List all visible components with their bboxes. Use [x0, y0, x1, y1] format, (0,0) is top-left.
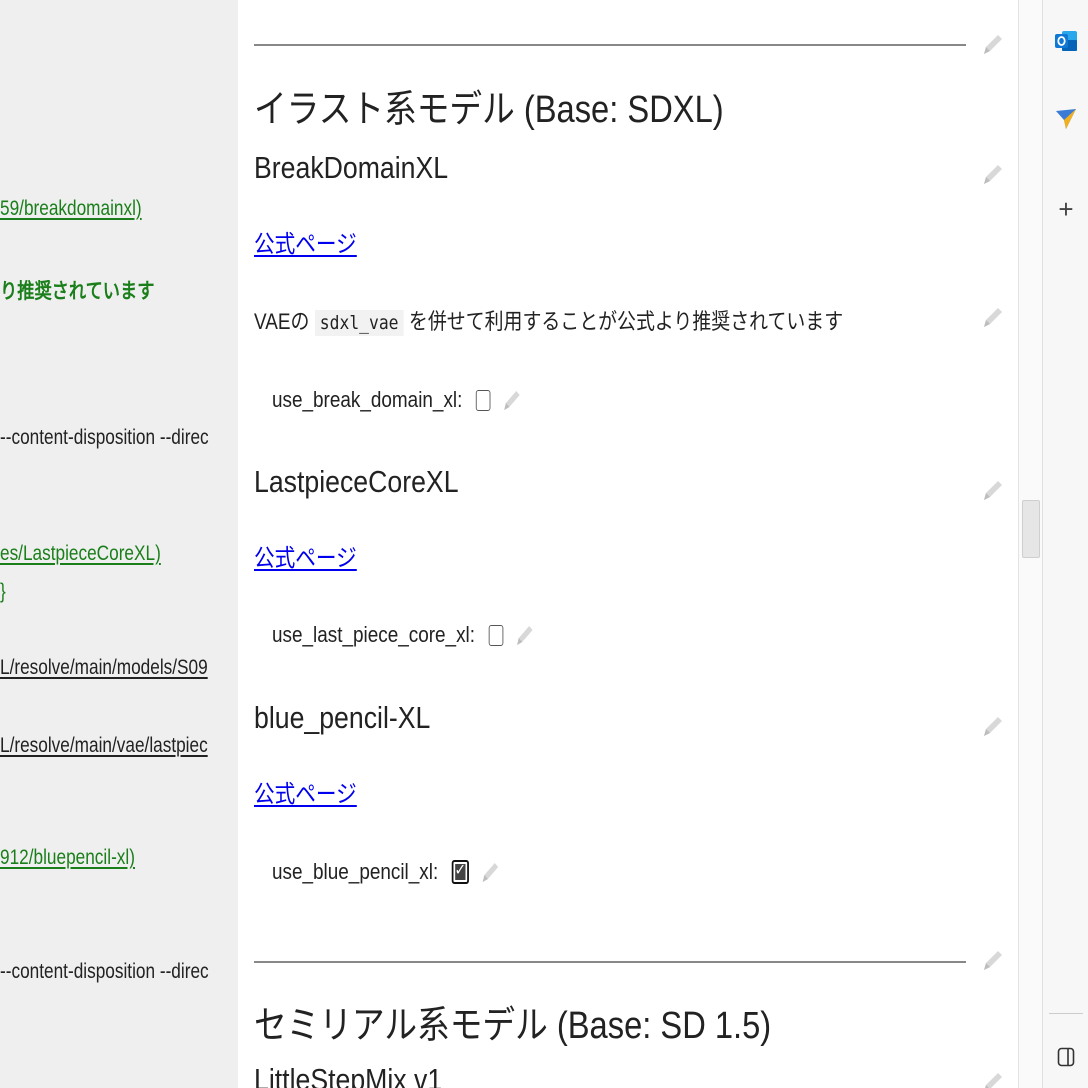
section-heading-semireal: セミリアル系モデル (Base: SD 1.5)	[254, 1005, 772, 1047]
edit-pencil-icon[interactable]	[512, 621, 536, 649]
edit-pencil-icon[interactable]	[978, 1068, 1006, 1088]
official-page-link[interactable]: 公式ページ	[254, 224, 357, 259]
sidebar-toggle-icon[interactable]	[1051, 1042, 1081, 1072]
code-line-model-url[interactable]: L/resolve/main/models/S09	[0, 656, 230, 680]
model-heading-littlestepmix: LittleStepMix v1	[254, 1062, 443, 1088]
outlook-icon[interactable]	[1051, 26, 1081, 56]
send-icon[interactable]	[1051, 104, 1081, 134]
edit-pencil-icon[interactable]	[978, 303, 1006, 331]
code-line-breakdomain-url[interactable]: 59/breakdomainxl)	[0, 197, 230, 221]
param-label: use_last_piece_core_xl:	[272, 622, 476, 647]
param-label: use_break_domain_xl:	[272, 387, 463, 412]
param-row-blue-pencil: use_blue_pencil_xl:	[272, 858, 502, 886]
official-page-link[interactable]: 公式ページ	[254, 538, 357, 573]
use-blue-pencil-xl-checkbox[interactable]	[451, 860, 470, 884]
official-page-link[interactable]: 公式ページ	[254, 774, 357, 809]
note-suffix: を併せて利用することが公式より推奨されています	[408, 309, 844, 334]
edit-pencil-icon[interactable]	[978, 160, 1006, 188]
edit-pencil-icon[interactable]	[499, 386, 523, 414]
divider	[254, 44, 966, 46]
plus-icon[interactable]: +	[1051, 194, 1081, 224]
vae-note-paragraph: VAEの sdxl_vae を併せて利用することが公式より推奨されています	[254, 304, 843, 336]
model-heading-lastpiececorexl: LastpieceCoreXL	[254, 464, 459, 499]
scrollbar-thumb[interactable]	[1022, 500, 1040, 558]
param-row-last-piece: use_last_piece_core_xl:	[272, 621, 536, 649]
param-label: use_blue_pencil_xl:	[272, 859, 439, 884]
model-heading-blue-pencil-xl: blue_pencil-XL	[254, 700, 431, 735]
model-heading-breakdomainxl: BreakDomainXL	[254, 150, 449, 185]
code-line-wget-1: --content-disposition --direc	[0, 426, 209, 449]
code-line-wget-2: --content-disposition --direc	[0, 960, 209, 983]
markdown-preview-pane: イラスト系モデル (Base: SDXL) BreakDomainXL 公式ペー…	[238, 0, 1018, 1088]
code-line-lastpiece-url[interactable]: es/LastpieceCoreXL)	[0, 542, 230, 566]
code-line-brace: }	[0, 580, 6, 603]
divider	[254, 961, 966, 963]
note-prefix: VAEの	[254, 309, 310, 334]
section-heading-illust: イラスト系モデル (Base: SDXL)	[254, 89, 724, 131]
code-editor-pane[interactable]: 59/breakdomainxl) り推奨されています --content-di…	[0, 0, 238, 1088]
sidebar-divider	[1049, 1013, 1083, 1014]
edit-pencil-icon[interactable]	[978, 476, 1006, 504]
edit-pencil-icon[interactable]	[978, 30, 1006, 58]
browser-sidebar: +	[1042, 0, 1088, 1088]
code-line-vae-url[interactable]: L/resolve/main/vae/lastpiec	[0, 734, 230, 758]
code-line-vae-note: り推奨されています	[0, 280, 155, 303]
code-line-bluepencil-url[interactable]: 912/bluepencil-xl)	[0, 846, 230, 870]
use-last-piece-core-xl-checkbox[interactable]	[488, 624, 504, 646]
use-break-domain-xl-checkbox[interactable]	[476, 389, 491, 411]
edit-pencil-icon[interactable]	[978, 946, 1006, 974]
param-row-break-domain: use_break_domain_xl:	[272, 386, 523, 414]
edit-pencil-icon[interactable]	[978, 712, 1006, 740]
inline-code-sdxl-vae: sdxl_vae	[314, 310, 404, 336]
edit-pencil-icon[interactable]	[478, 858, 502, 886]
